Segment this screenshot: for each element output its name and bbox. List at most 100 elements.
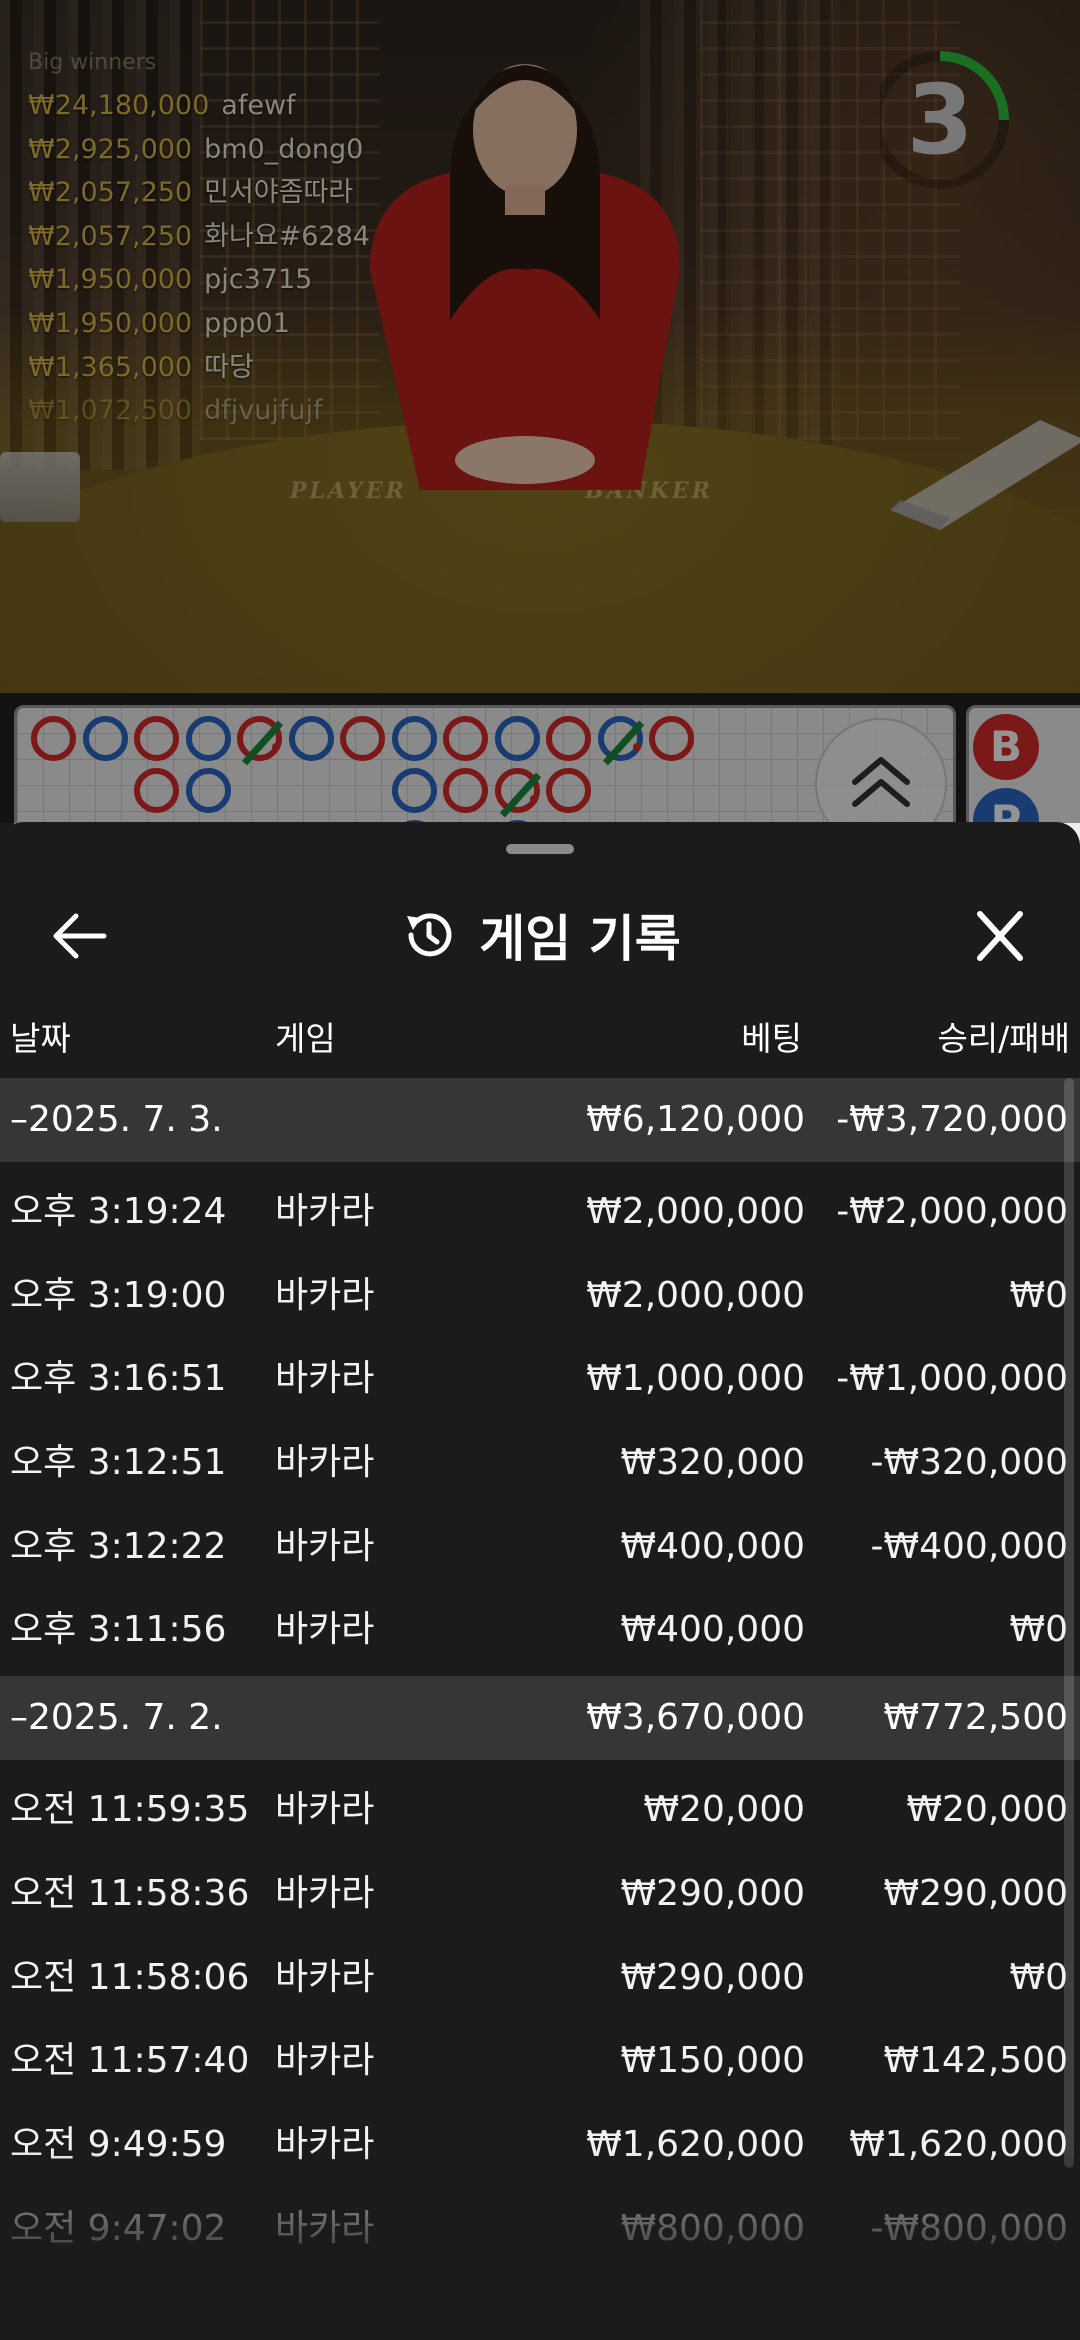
record-time: 오전 9:47:02	[10, 2207, 227, 2249]
winner-row: ₩24,180,000 afewf	[28, 84, 370, 128]
winner-amount: ₩1,950,000	[28, 307, 193, 339]
column-header-game: 게임	[275, 1019, 336, 1058]
close-button[interactable]	[960, 900, 1040, 972]
record-time: 오전 11:58:36	[10, 1872, 250, 1914]
history-table-body[interactable]: –2025. 7. 3. ₩6,120,000 -₩3,720,000 오후 3…	[0, 1078, 1080, 2270]
winner-row: ₩1,950,000 pjc3715	[28, 258, 370, 302]
record-time: 오후 3:16:51	[10, 1358, 227, 1400]
record-game: 바카라	[275, 1525, 375, 1567]
bead-banker	[649, 716, 694, 761]
column-header-bet: 베팅	[741, 1019, 802, 1058]
bead-banker	[443, 768, 488, 813]
pair-dot	[632, 743, 641, 751]
winner-amount: ₩1,950,000	[28, 264, 193, 296]
pair-dot	[272, 743, 280, 751]
record-result: ₩1,620,000	[849, 2123, 1068, 2165]
record-bet: ₩400,000	[620, 1525, 805, 1567]
winner-row: ₩1,072,500 dfjvujfujf	[28, 389, 370, 433]
record-bet: ₩800,000	[620, 2207, 805, 2249]
chip-tray	[0, 452, 80, 522]
table-row[interactable]: 오후 3:12:51 바카라 ₩320,000 -₩320,000	[0, 1421, 1080, 1505]
sheet-drag-handle[interactable]	[506, 844, 574, 854]
sheet-header: 게임 기록	[0, 870, 1080, 1000]
bead-player	[185, 768, 231, 813]
record-game: 바카라	[275, 1789, 375, 1831]
table-row[interactable]: 오전 9:49:59 바카라 ₩1,620,000 ₩1,620,000	[0, 2103, 1080, 2187]
table-row[interactable]: 오전 11:58:36 바카라 ₩290,000 ₩290,000	[0, 1852, 1080, 1936]
countdown-number: 3	[906, 64, 974, 176]
record-time: 오전 11:59:35	[10, 1789, 250, 1831]
winner-name: pjc3715	[204, 264, 313, 296]
record-result: -₩1,000,000	[836, 1358, 1068, 1400]
group-total-bet: ₩6,120,000	[586, 1099, 805, 1140]
record-result: ₩0	[1009, 1956, 1069, 1998]
record-game: 바카라	[275, 1191, 375, 1232]
record-time: 오후 3:12:51	[10, 1442, 227, 1484]
winner-name: 민서야좀따라	[204, 177, 354, 209]
live-video-feed: PLAYER BANKER Big winners ₩24,180,000 afe…	[0, 0, 1080, 693]
bead-banker	[31, 716, 76, 761]
record-game: 바카라	[275, 1358, 375, 1400]
date-group-row[interactable]: –2025. 7. 2. ₩3,670,000 ₩772,500	[0, 1676, 1080, 1761]
winner-name: ppp01	[204, 307, 290, 339]
group-date: –2025. 7. 2.	[10, 1697, 223, 1739]
pair-dot	[529, 795, 538, 803]
table-row[interactable]: 오후 3:16:51 바카라 ₩1,000,000 -₩1,000,000	[0, 1337, 1080, 1421]
winner-row: ₩1,950,000 ppp01	[28, 302, 370, 346]
group-total-result: -₩3,720,000	[836, 1099, 1068, 1140]
bead-player	[391, 768, 437, 813]
record-result: ₩0	[1009, 1609, 1069, 1651]
record-bet: ₩320,000	[620, 1442, 805, 1484]
group-total-bet: ₩3,670,000	[586, 1697, 805, 1739]
winner-name: 화나요#6284	[204, 220, 370, 252]
bead-banker	[237, 716, 284, 766]
record-time: 오전 9:49:59	[10, 2123, 227, 2165]
bead-player	[494, 716, 540, 761]
table-row[interactable]: 오전 11:57:40 바카라 ₩150,000 ₩142,500	[0, 2019, 1080, 2103]
winner-name: 따당	[204, 351, 254, 383]
bead-banker	[546, 768, 591, 813]
winner-name: dfjvujfujf	[204, 395, 323, 427]
bead-banker	[443, 716, 488, 761]
date-group-row[interactable]: –2025. 7. 3. ₩6,120,000 -₩3,720,000	[0, 1078, 1080, 1162]
table-row[interactable]: 오전 11:59:35 바카라 ₩20,000 ₩20,000	[0, 1768, 1080, 1852]
sheet-scrollbar[interactable]	[1064, 1078, 1074, 2168]
game-history-sheet: 게임 기록 날짜 게임 베팅 승리/패배 –2025. 7. 3. ₩6,120…	[0, 822, 1080, 2340]
bead-banker	[546, 716, 591, 761]
bead-player	[82, 716, 128, 761]
winner-amount: ₩1,072,500	[28, 395, 193, 427]
winner-amount: ₩24,180,000	[28, 90, 210, 121]
table-row[interactable]: 오후 3:11:56 바카라 ₩400,000 ₩0	[0, 1588, 1080, 1672]
group-date: –2025. 7. 3.	[10, 1099, 223, 1140]
record-bet: ₩20,000	[643, 1789, 805, 1831]
winner-row: ₩2,057,250 민서야좀따라	[28, 171, 370, 215]
arrow-left-icon	[53, 913, 107, 959]
record-result: ₩142,500	[883, 2040, 1068, 2082]
record-time: 오전 11:58:06	[10, 1956, 250, 1998]
table-row[interactable]: 오후 3:19:00 바카라 ₩2,000,000 ₩0	[0, 1254, 1080, 1338]
winner-row: ₩2,057,250 화나요#6284	[28, 215, 370, 259]
record-game: 바카라	[275, 1956, 375, 1998]
history-table-header: 날짜 게임 베팅 승리/패배	[0, 1000, 1080, 1078]
record-result: ₩290,000	[883, 1872, 1068, 1914]
column-header-result: 승리/패배	[937, 1019, 1070, 1058]
table-row[interactable]: 오전 11:58:06 바카라 ₩290,000 ₩0	[0, 1936, 1080, 2020]
record-result: ₩0	[1009, 1274, 1069, 1316]
winner-row: ₩2,925,000 bm0_dong0	[28, 128, 370, 172]
winner-amount: ₩2,057,250	[28, 177, 193, 209]
banker-badge: B	[973, 714, 1039, 780]
table-row[interactable]: 오전 9:47:02 바카라 ₩800,000 -₩800,000	[0, 2187, 1080, 2271]
bead-banker	[340, 716, 385, 761]
table-row[interactable]: 오후 3:19:24 바카라 ₩2,000,000 -₩2,000,000	[0, 1170, 1080, 1254]
sheet-title-group: 게임 기록	[0, 870, 1080, 1000]
record-result: ₩20,000	[906, 1789, 1068, 1831]
bead-player	[288, 716, 334, 761]
sheet-title: 게임 기록	[479, 910, 681, 968]
close-icon	[977, 911, 1023, 961]
bead-player	[391, 716, 437, 761]
record-bet: ₩290,000	[620, 1872, 805, 1914]
table-row[interactable]: 오후 3:12:22 바카라 ₩400,000 -₩400,000	[0, 1505, 1080, 1589]
record-game: 바카라	[275, 1872, 375, 1914]
back-button[interactable]	[38, 900, 118, 972]
bead-player	[185, 716, 231, 761]
